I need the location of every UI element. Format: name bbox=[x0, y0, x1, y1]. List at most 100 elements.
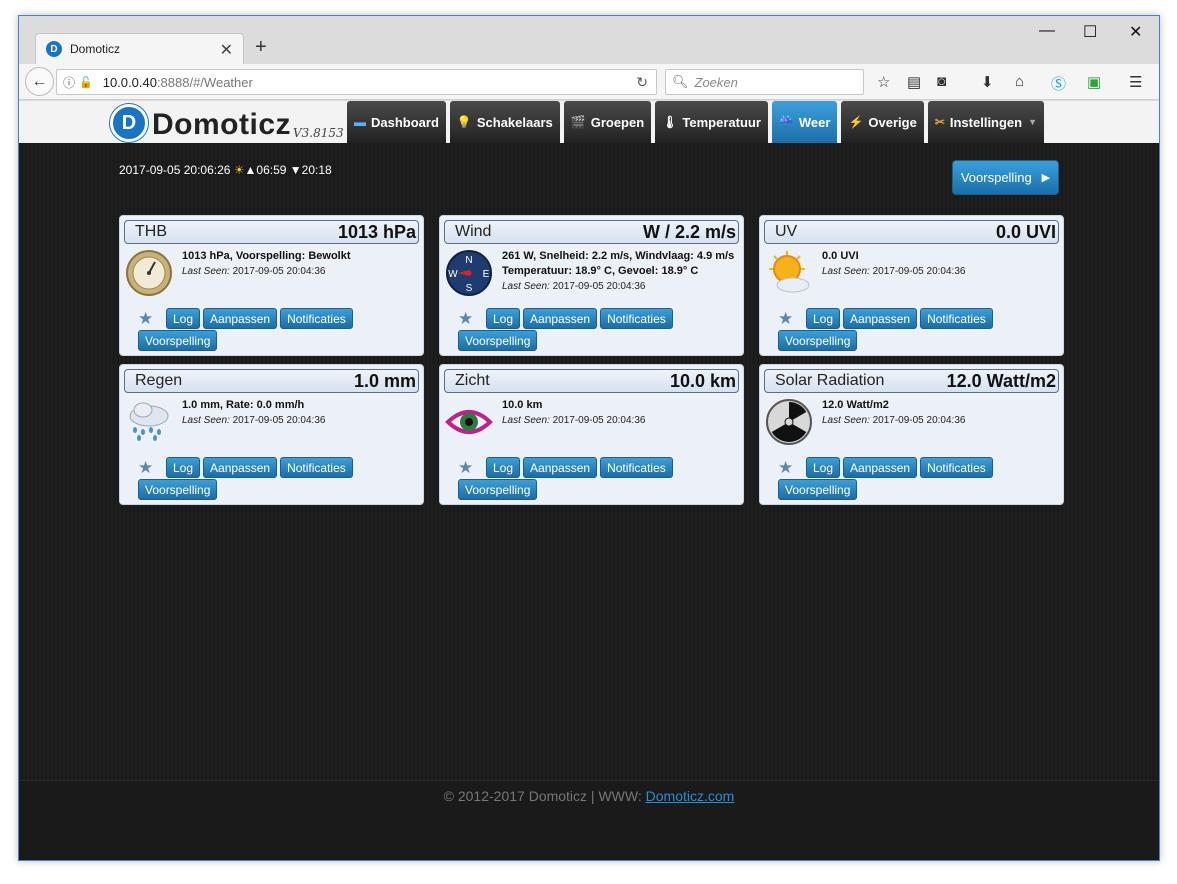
favorite-star-icon[interactable]: ★ bbox=[458, 458, 476, 478]
edit-button[interactable]: Aanpassen bbox=[523, 457, 598, 478]
tab-close-icon[interactable]: ✕ bbox=[220, 40, 233, 60]
home-icon[interactable]: ⌂ bbox=[1015, 73, 1024, 90]
menu-settings[interactable]: ✂ Instellingen ▼ bbox=[927, 101, 1045, 143]
insecure-lock-icon: 🔓 bbox=[79, 76, 93, 89]
domoticz-website-link[interactable]: Domoticz.com bbox=[646, 788, 735, 804]
barometer-icon[interactable] bbox=[125, 249, 173, 297]
weather-card-visibility: Zicht 10.0 km 10.0 km Last Seen: 2017-09… bbox=[439, 364, 744, 505]
edit-button[interactable]: Aanpassen bbox=[203, 308, 278, 329]
date-sun-info: 2017-09-05 20:06:26 ☀▲06:59 ▼20:18 bbox=[119, 163, 332, 177]
sun-icon: ☀ bbox=[233, 163, 245, 177]
menu-groups[interactable]: 🎬 Groepen bbox=[563, 101, 652, 143]
log-button[interactable]: Log bbox=[806, 308, 841, 329]
menu-temperature[interactable]: 🌡 Temperatuur bbox=[655, 101, 768, 143]
radiation-icon[interactable] bbox=[765, 398, 813, 446]
notifications-button[interactable]: Notificaties bbox=[280, 308, 353, 329]
minimize-button[interactable]: — bbox=[1039, 22, 1055, 40]
domoticz-logo-icon: D bbox=[110, 104, 148, 142]
thermometer-icon: 🌡 bbox=[662, 115, 678, 129]
reload-icon[interactable]: ↻ bbox=[636, 74, 648, 91]
log-button[interactable]: Log bbox=[166, 308, 201, 329]
card-actions: ★ Log Aanpassen Notificaties Voorspellin… bbox=[778, 457, 1038, 501]
skype-icon[interactable]: Ⓢ bbox=[1051, 73, 1066, 94]
rain-cloud-icon[interactable] bbox=[125, 398, 173, 446]
log-button[interactable]: Log bbox=[486, 457, 521, 478]
page-content: D Domoticz V3.8153 ▬ Dashboard 💡 Schakelaa… bbox=[19, 101, 1159, 860]
browser-tab[interactable]: D Domoticz ✕ bbox=[35, 33, 244, 64]
forecast-card-button[interactable]: Voorspelling bbox=[458, 479, 538, 500]
url-text: 10.0.0.40:8888/#/Weather bbox=[102, 74, 253, 90]
card-titlebar: Regen 1.0 mm bbox=[124, 369, 419, 393]
dashboard-icon: ▬ bbox=[354, 115, 366, 129]
card-titlebar: THB 1013 hPa bbox=[124, 220, 419, 244]
extension-icon[interactable]: ▣ bbox=[1087, 73, 1101, 91]
forecast-card-button[interactable]: Voorspelling bbox=[138, 330, 218, 351]
forecast-button[interactable]: Voorspelling ▶ bbox=[952, 160, 1059, 195]
page-footer: © 2012-2017 Domoticz | WWW: Domoticz.com bbox=[19, 780, 1159, 860]
new-tab-button[interactable]: + bbox=[255, 36, 267, 59]
edit-button[interactable]: Aanpassen bbox=[843, 308, 918, 329]
card-description: 0.0 UVI Last Seen: 2017-09-05 20:04:36 bbox=[822, 250, 966, 277]
card-description: 1.0 mm, Rate: 0.0 mm/h Last Seen: 2017-0… bbox=[182, 399, 326, 426]
edit-button[interactable]: Aanpassen bbox=[843, 457, 918, 478]
card-description: 12.0 Watt/m2 Last Seen: 2017-09-05 20:04… bbox=[822, 399, 966, 426]
search-icon: 🔍︎ bbox=[672, 74, 689, 89]
forecast-card-button[interactable]: Voorspelling bbox=[778, 330, 858, 351]
close-window-button[interactable]: ✕ bbox=[1129, 22, 1142, 42]
card-titlebar: Solar Radiation 12.0 Watt/m2 bbox=[764, 369, 1059, 393]
menu-switches[interactable]: 💡 Schakelaars bbox=[449, 101, 560, 143]
notifications-button[interactable]: Notificaties bbox=[600, 308, 673, 329]
svg-text:E: E bbox=[483, 269, 490, 280]
maximize-button[interactable]: ☐ bbox=[1083, 22, 1097, 42]
domoticz-favicon-icon: D bbox=[46, 41, 62, 57]
card-titlebar: UV 0.0 UVI bbox=[764, 220, 1059, 244]
notifications-button[interactable]: Notificaties bbox=[920, 457, 993, 478]
menu-utility[interactable]: ⚡ Overige bbox=[841, 101, 924, 143]
edit-button[interactable]: Aanpassen bbox=[523, 308, 598, 329]
weather-card-rain: Regen 1.0 mm 1.0 mm, Rate: 0.0 mm/h Last… bbox=[119, 364, 424, 505]
notifications-button[interactable]: Notificaties bbox=[600, 457, 673, 478]
chevron-down-icon: ▼ bbox=[1028, 117, 1038, 127]
bookmark-star-icon[interactable]: ☆ bbox=[877, 73, 890, 91]
bulb-icon: 💡 bbox=[456, 115, 472, 129]
forecast-card-button[interactable]: Voorspelling bbox=[778, 479, 858, 500]
favorite-star-icon[interactable]: ★ bbox=[778, 458, 796, 478]
card-actions: ★ Log Aanpassen Notificaties Voorspellin… bbox=[778, 308, 1038, 352]
url-bar[interactable]: ⓘ 🔓 10.0.0.40:8888/#/Weather ↻ bbox=[56, 69, 657, 95]
menu-weather[interactable]: ☔ Weer bbox=[771, 101, 838, 143]
back-button[interactable]: ← bbox=[25, 67, 54, 96]
card-actions: ★ Log Aanpassen Notificaties Voorspellin… bbox=[458, 457, 718, 501]
favorite-star-icon[interactable]: ★ bbox=[458, 309, 476, 329]
search-input[interactable]: 🔍︎ Zoeken bbox=[665, 69, 864, 95]
eye-icon[interactable] bbox=[445, 398, 493, 446]
forecast-card-button[interactable]: Voorspelling bbox=[138, 479, 218, 500]
download-icon[interactable]: ⬇ bbox=[981, 73, 994, 91]
nav-bar: ← ⓘ 🔓 10.0.0.40:8888/#/Weather ↻ 🔍︎ Zoek… bbox=[19, 64, 1159, 100]
log-button[interactable]: Log bbox=[806, 457, 841, 478]
log-button[interactable]: Log bbox=[166, 457, 201, 478]
sun-icon[interactable] bbox=[765, 249, 813, 297]
compass-icon[interactable]: N SW E bbox=[445, 249, 493, 297]
weather-card-solar: Solar Radiation 12.0 Watt/m2 12.0 Watt/m… bbox=[759, 364, 1064, 505]
reading-list-icon[interactable]: ▤ bbox=[907, 73, 921, 91]
tab-title: Domoticz bbox=[70, 42, 121, 56]
card-titlebar: Zicht 10.0 km bbox=[444, 369, 739, 393]
card-actions: ★ Log Aanpassen Notificaties Voorspellin… bbox=[458, 308, 718, 352]
menu-dashboard[interactable]: ▬ Dashboard bbox=[347, 101, 446, 143]
forecast-card-button[interactable]: Voorspelling bbox=[458, 330, 538, 351]
favorite-star-icon[interactable]: ★ bbox=[138, 458, 156, 478]
svg-text:W: W bbox=[448, 269, 458, 280]
app-logo[interactable]: D Domoticz V3.8153 bbox=[110, 104, 344, 142]
browser-window: D Domoticz ✕ + — ☐ ✕ ← ⓘ 🔓 10.0.0.40:888… bbox=[18, 15, 1160, 861]
favorite-star-icon[interactable]: ★ bbox=[138, 309, 156, 329]
edit-button[interactable]: Aanpassen bbox=[203, 457, 278, 478]
notifications-button[interactable]: Notificaties bbox=[280, 457, 353, 478]
log-button[interactable]: Log bbox=[486, 308, 521, 329]
lightning-icon: ⚡ bbox=[848, 115, 864, 129]
weather-card-uv: UV 0.0 UVI 0.0 UVI Last Seen: 2017-09-05… bbox=[759, 215, 1064, 356]
notifications-button[interactable]: Notificaties bbox=[920, 308, 993, 329]
info-icon[interactable]: ⓘ bbox=[63, 74, 75, 91]
pocket-icon[interactable]: ◙ bbox=[937, 73, 946, 90]
favorite-star-icon[interactable]: ★ bbox=[778, 309, 796, 329]
hamburger-menu-icon[interactable]: ☰ bbox=[1129, 73, 1142, 91]
